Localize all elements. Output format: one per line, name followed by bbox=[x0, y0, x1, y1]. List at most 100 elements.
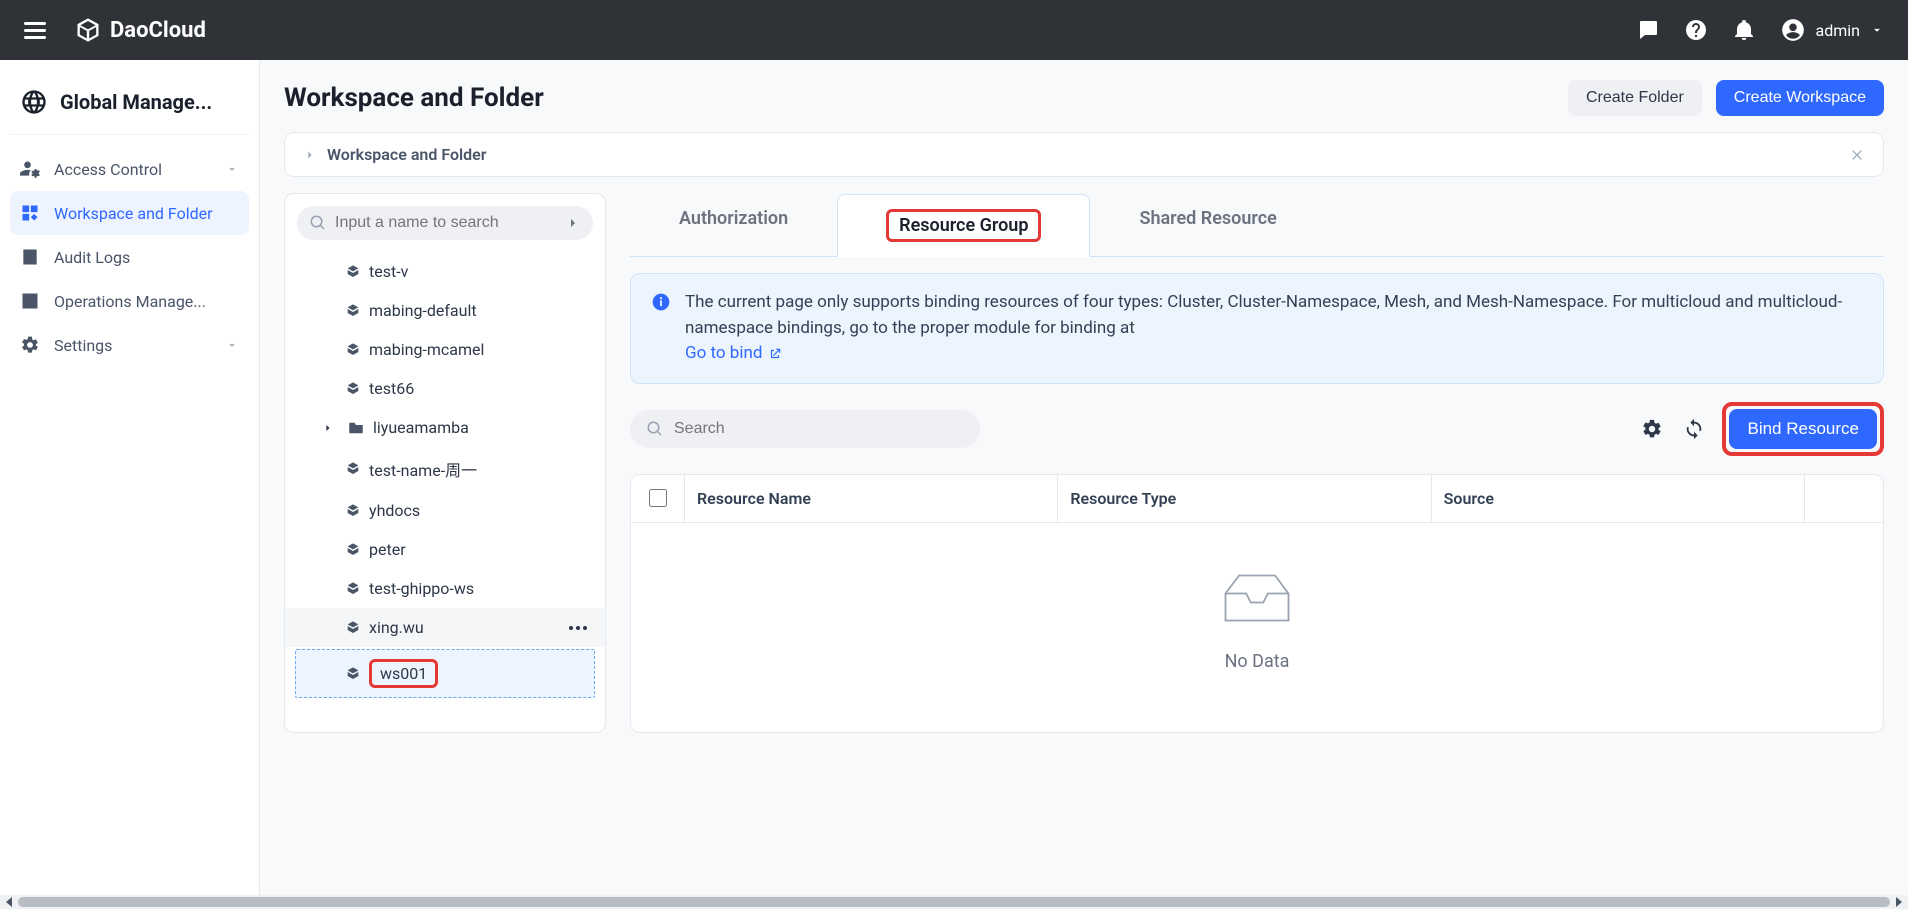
tab-label: Resource Group bbox=[886, 209, 1041, 242]
workspace-item-icon bbox=[345, 542, 361, 558]
sidebar-item-2[interactable]: Audit Logs bbox=[10, 235, 249, 279]
menu-toggle[interactable] bbox=[24, 22, 46, 39]
sidebar-item-label: Operations Manage... bbox=[54, 292, 206, 311]
sidebar-item-label: Audit Logs bbox=[54, 248, 130, 267]
inbox-icon bbox=[1212, 563, 1302, 633]
tree-search-input[interactable] bbox=[335, 214, 557, 232]
bell-icon[interactable] bbox=[1732, 18, 1756, 42]
sidebar-item-3[interactable]: Operations Manage... bbox=[10, 279, 249, 323]
refresh-icon bbox=[1683, 418, 1705, 440]
tree-item-label: mabing-mcamel bbox=[369, 340, 484, 359]
gear-icon bbox=[1641, 418, 1663, 440]
expand-caret-icon[interactable] bbox=[323, 423, 333, 433]
user-name: admin bbox=[1816, 21, 1860, 40]
bind-resource-highlight: Bind Resource bbox=[1722, 402, 1884, 456]
gear-icon bbox=[20, 335, 40, 355]
folder-icon bbox=[347, 419, 365, 437]
resource-search-input[interactable] bbox=[674, 420, 964, 438]
tree-item-label: test-ghippo-ws bbox=[369, 579, 474, 598]
chevron-down-icon bbox=[225, 338, 239, 352]
tab-1[interactable]: Resource Group bbox=[837, 194, 1090, 257]
main-content: Workspace and Folder Create Folder Creat… bbox=[260, 60, 1908, 895]
tree-item-label: mabing-default bbox=[369, 301, 477, 320]
chevron-right-icon bbox=[303, 148, 317, 162]
workspace-item-icon bbox=[345, 264, 361, 280]
tree-item-7[interactable]: peter bbox=[285, 530, 605, 569]
brand-logo[interactable]: DaoCloud bbox=[74, 16, 206, 44]
chevron-down-icon bbox=[1870, 23, 1884, 37]
tree-item-4[interactable]: liyueamamba bbox=[285, 408, 605, 447]
tree-list: test-v mabing-default mabing-mcamel test66 l… bbox=[285, 252, 605, 698]
search-icon bbox=[646, 420, 664, 438]
sidebar-title: Global Manage... bbox=[60, 90, 212, 114]
info-banner: The current page only supports binding r… bbox=[630, 273, 1884, 384]
cube-icon bbox=[74, 16, 102, 44]
workspace-item-icon bbox=[345, 303, 361, 319]
tree-item-9[interactable]: xing.wu bbox=[285, 608, 605, 647]
tree-item-3[interactable]: test66 bbox=[285, 369, 605, 408]
workspace-item-icon bbox=[345, 620, 361, 636]
tab-label: Shared Resource bbox=[1139, 208, 1276, 229]
topbar: DaoCloud admin bbox=[0, 0, 1908, 60]
chevron-down-icon bbox=[225, 162, 239, 176]
workspace-item-icon bbox=[345, 581, 361, 597]
tree-item-0[interactable]: test-v bbox=[285, 252, 605, 291]
more-actions-icon[interactable] bbox=[569, 626, 591, 630]
tree-item-5[interactable]: test-name-周一 bbox=[285, 447, 605, 491]
brand-name: DaoCloud bbox=[110, 18, 206, 43]
close-icon[interactable] bbox=[1849, 147, 1865, 163]
create-workspace-button[interactable]: Create Workspace bbox=[1716, 80, 1884, 116]
col-type: Resource Type bbox=[1058, 475, 1431, 522]
help-icon[interactable] bbox=[1684, 18, 1708, 42]
tree-item-label: xing.wu bbox=[369, 618, 424, 637]
avatar-icon bbox=[1780, 17, 1806, 43]
workspace-item-icon bbox=[345, 503, 361, 519]
sidebar-item-label: Access Control bbox=[54, 160, 162, 179]
tree-item-2[interactable]: mabing-mcamel bbox=[285, 330, 605, 369]
empty-state: No Data bbox=[631, 523, 1883, 732]
settings-button[interactable] bbox=[1638, 415, 1666, 443]
refresh-button[interactable] bbox=[1680, 415, 1708, 443]
tree-item-1[interactable]: mabing-default bbox=[285, 291, 605, 330]
globe-icon bbox=[20, 88, 48, 116]
sidebar: Global Manage... Access Control Workspace… bbox=[0, 60, 260, 895]
breadcrumb-text[interactable]: Workspace and Folder bbox=[327, 145, 487, 164]
info-icon bbox=[651, 292, 671, 312]
scrollbar-thumb[interactable] bbox=[18, 897, 1890, 907]
tree-item-10[interactable]: ws001 bbox=[295, 649, 595, 698]
tree-item-label: test66 bbox=[369, 379, 414, 398]
tab-label: Authorization bbox=[679, 208, 788, 229]
collapse-tree-icon[interactable] bbox=[565, 215, 581, 231]
sidebar-item-0[interactable]: Access Control bbox=[10, 147, 249, 191]
breadcrumb: Workspace and Folder bbox=[284, 132, 1884, 177]
select-all-checkbox[interactable] bbox=[649, 489, 667, 507]
create-folder-button[interactable]: Create Folder bbox=[1568, 80, 1702, 116]
tree-item-label: test-name-周一 bbox=[369, 457, 477, 481]
banner-text: The current page only supports binding r… bbox=[685, 292, 1842, 338]
tab-2[interactable]: Shared Resource bbox=[1090, 193, 1325, 256]
external-link-icon bbox=[768, 347, 782, 361]
tree-item-6[interactable]: yhdocs bbox=[285, 491, 605, 530]
tree-item-label: liyueamamba bbox=[373, 418, 469, 437]
action-row: Bind Resource bbox=[630, 402, 1884, 456]
horizontal-scrollbar[interactable] bbox=[0, 895, 1908, 909]
users-gear-icon bbox=[20, 159, 40, 179]
workspace-item-icon bbox=[345, 461, 361, 477]
tree-item-8[interactable]: test-ghippo-ws bbox=[285, 569, 605, 608]
workspace-tree-panel: test-v mabing-default mabing-mcamel test66 l… bbox=[284, 193, 606, 733]
scroll-right-icon[interactable] bbox=[1896, 897, 1902, 907]
scroll-left-icon[interactable] bbox=[6, 897, 12, 907]
tree-item-label: yhdocs bbox=[369, 501, 420, 520]
tree-search[interactable] bbox=[297, 206, 593, 240]
tab-0[interactable]: Authorization bbox=[630, 193, 837, 256]
sidebar-item-1[interactable]: Workspace and Folder bbox=[10, 191, 249, 235]
bind-resource-button[interactable]: Bind Resource bbox=[1729, 409, 1877, 449]
resource-search[interactable] bbox=[630, 410, 980, 448]
user-menu[interactable]: admin bbox=[1780, 17, 1884, 43]
sidebar-item-4[interactable]: Settings bbox=[10, 323, 249, 367]
workspace-item-icon bbox=[345, 381, 361, 397]
chat-icon[interactable] bbox=[1636, 18, 1660, 42]
tree-item-label: test-v bbox=[369, 262, 408, 281]
resource-table: Resource Name Resource Type Source No Da… bbox=[630, 474, 1884, 733]
go-to-bind-link[interactable]: Go to bind bbox=[685, 341, 782, 367]
